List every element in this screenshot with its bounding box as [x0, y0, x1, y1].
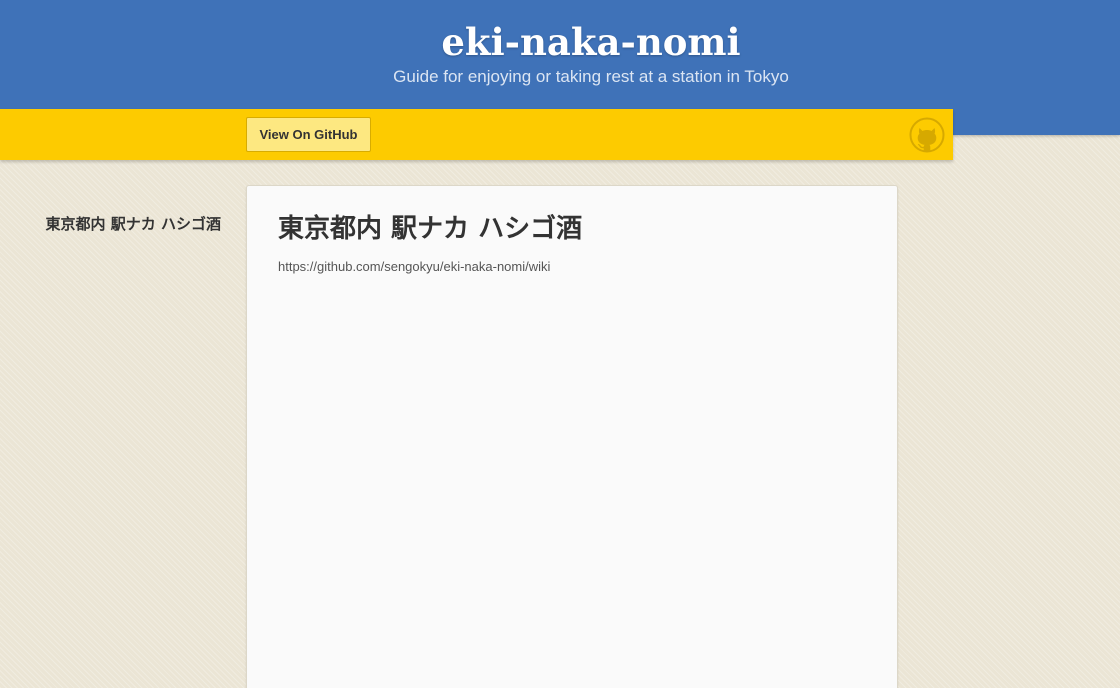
view-on-github-button[interactable]: View On GitHub — [246, 117, 371, 152]
github-octocat-icon[interactable] — [909, 117, 945, 153]
site-title: eki-naka-nomi — [441, 20, 741, 64]
github-banner: View On GitHub — [0, 109, 953, 160]
wiki-link[interactable]: https://github.com/sengokyu/eki-naka-nom… — [278, 258, 550, 276]
sidebar-page-title: 東京都内 駅ナカ ハシゴ酒 — [45, 215, 221, 233]
site-tagline: Guide for enjoying or taking rest at a s… — [393, 67, 789, 86]
page-title: 東京都内 駅ナカ ハシゴ酒 — [278, 214, 583, 244]
content-card: 東京都内 駅ナカ ハシゴ酒 https://github.com/sengoky… — [246, 185, 898, 688]
